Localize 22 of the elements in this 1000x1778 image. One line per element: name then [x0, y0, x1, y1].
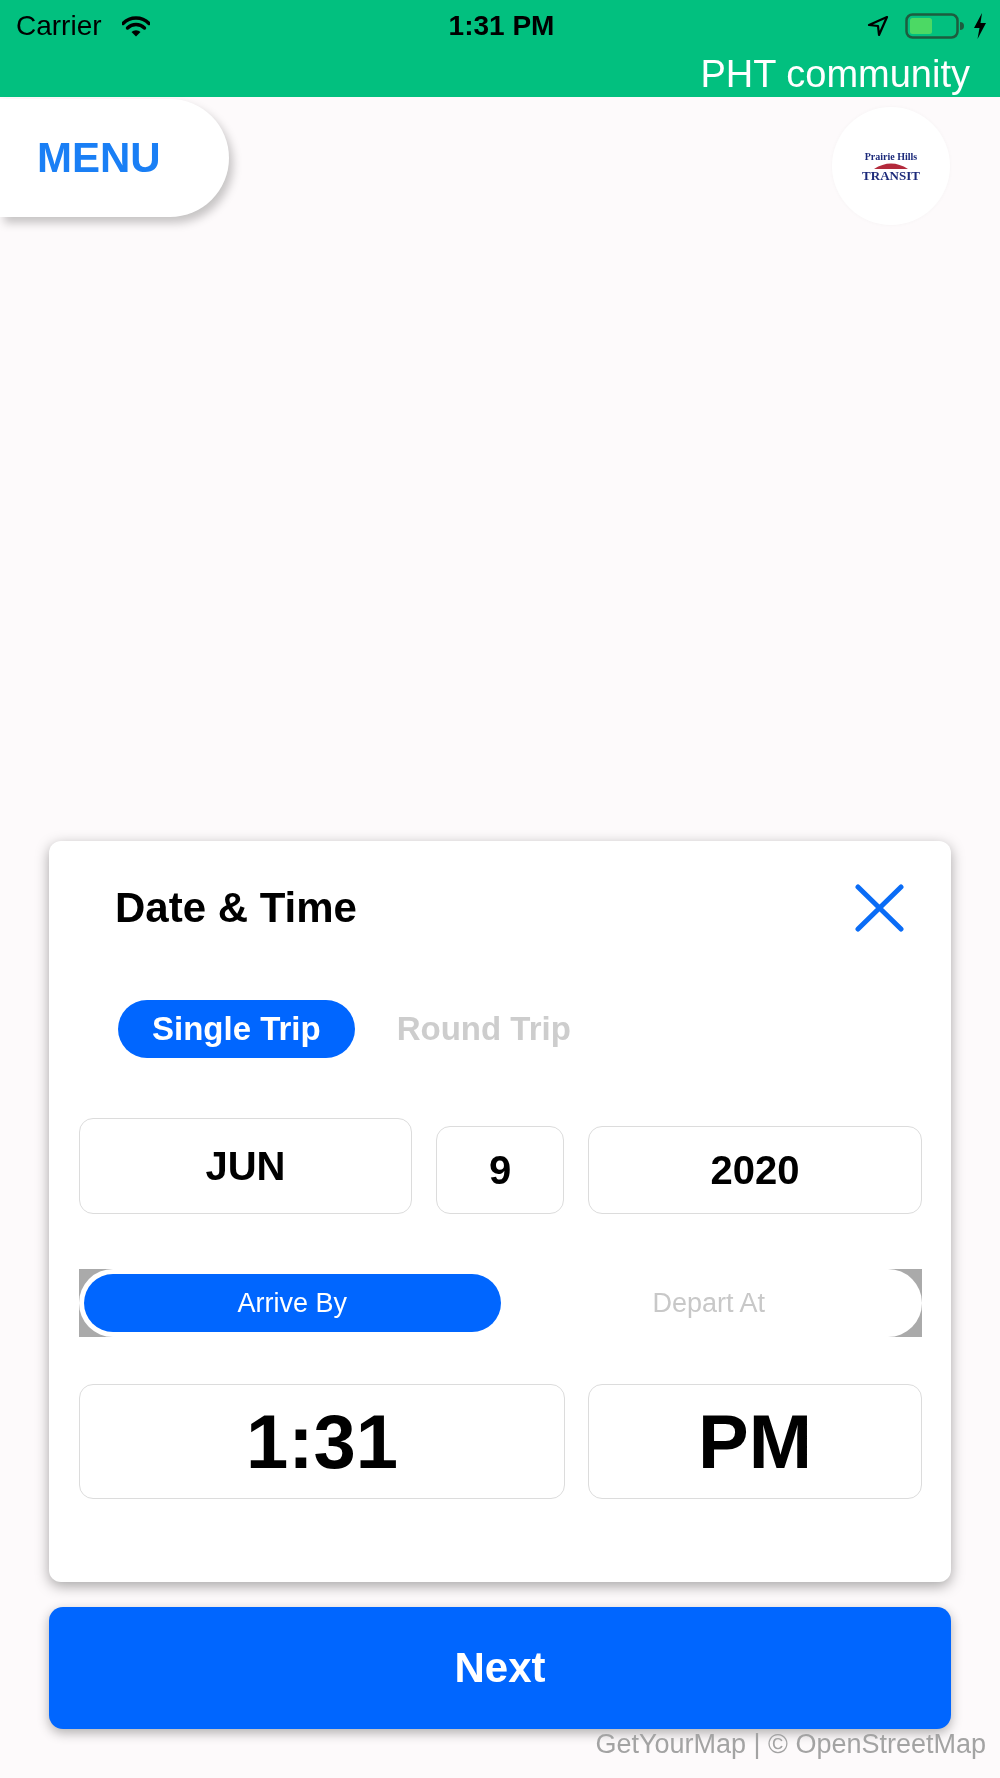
- dialog-title: Date & Time: [115, 884, 357, 932]
- time-field[interactable]: PM: [588, 1384, 922, 1499]
- arch-icon: [874, 161, 908, 169]
- trip-type-tab[interactable]: Single Trip: [118, 1000, 355, 1058]
- app-title: PHT community: [700, 52, 970, 97]
- status-time: 1:31 PM: [448, 10, 555, 42]
- location-arrow-icon: [867, 15, 889, 37]
- next-button[interactable]: Next: [49, 1607, 951, 1729]
- carrier-text: Carrier: [16, 10, 102, 42]
- map-attribution: GetYourMap | © OpenStreetMap: [595, 1729, 986, 1759]
- logo-text: Prairie Hills: [864, 150, 918, 162]
- wifi-icon: [121, 15, 150, 37]
- time-field[interactable]: 1:31: [79, 1384, 565, 1499]
- menu-button[interactable]: MENU: [0, 99, 229, 217]
- date-field[interactable]: 2020: [588, 1126, 922, 1214]
- time-mode-option[interactable]: Arrive By: [84, 1274, 501, 1332]
- charging-bolt-icon: [973, 13, 987, 39]
- battery-icon: [905, 13, 965, 39]
- logo-text: TRANSIT: [862, 168, 920, 182]
- date-field[interactable]: 9: [436, 1126, 564, 1214]
- date-field[interactable]: JUN: [79, 1118, 412, 1214]
- close-icon[interactable]: [855, 884, 904, 932]
